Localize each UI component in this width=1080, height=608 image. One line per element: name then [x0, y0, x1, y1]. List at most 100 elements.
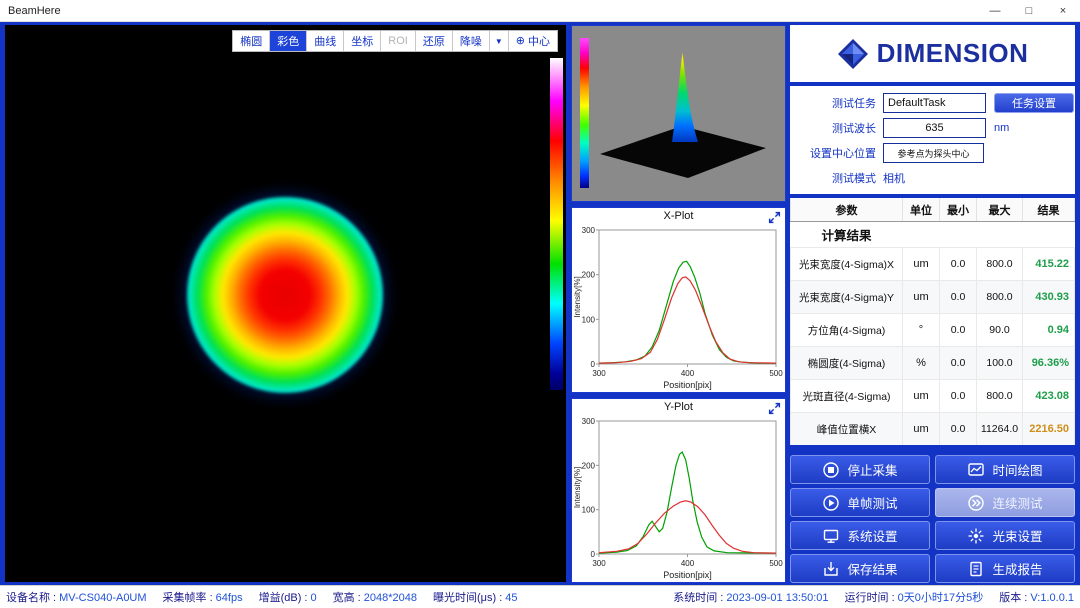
status-item: 版本 :V:1.0.0.1 [999, 589, 1074, 605]
app-title: BeamHere [0, 5, 978, 17]
logo-text: DIMENSION [877, 38, 1029, 69]
beam-image [187, 197, 383, 393]
status-item: 宽高 :2048*2048 [333, 589, 417, 605]
cell-param: 光束宽度(4-Sigma)Y [791, 281, 903, 314]
table-row[interactable]: 光斑直径(4-Sigma)um0.0800.0423.08 [791, 380, 1075, 413]
action-button-save[interactable]: 保存结果 [790, 554, 930, 583]
dimension-logo-icon [837, 38, 869, 70]
toolbar-button-label: 坐标 [351, 33, 373, 49]
svg-text:400: 400 [681, 559, 695, 568]
svg-text:300: 300 [592, 369, 606, 378]
toolbar-button-restore[interactable]: 还原 [416, 31, 452, 51]
cell-max: 100.0 [977, 347, 1023, 380]
minimize-button[interactable]: — [978, 0, 1012, 22]
cell-param: 峰值位置横X [791, 413, 903, 446]
expand-icon[interactable] [768, 402, 781, 415]
task-input[interactable] [883, 93, 986, 113]
svg-text:300: 300 [582, 417, 596, 426]
action-button-continuous[interactable]: 连续测试 [935, 488, 1075, 517]
view-3d[interactable] [571, 25, 786, 202]
cell-min: 0.0 [940, 380, 977, 413]
action-button-play[interactable]: 单帧测试 [790, 488, 930, 517]
section-row: 计算结果 [791, 222, 1075, 248]
cell-param: 光束宽度(4-Sigma)X [791, 248, 903, 281]
x-plot-title: X-Plot [572, 208, 785, 225]
y-plot-title: Y-Plot [572, 399, 785, 416]
action-button-timeplot[interactable]: 时间绘图 [935, 455, 1075, 484]
svg-text:300: 300 [592, 559, 606, 568]
table-row[interactable]: 峰值位置横Xum0.011264.02216.50 [791, 413, 1075, 446]
mode-value: 相机 [883, 170, 905, 186]
action-label: 连续测试 [992, 493, 1042, 512]
wavelength-unit: nm [994, 122, 1009, 134]
center-position-select[interactable]: 参考点为探头中心 [883, 143, 984, 163]
toolbar-button-coords[interactable]: 坐标 [344, 31, 380, 51]
action-grid: 停止采集 时间绘图单帧测试 连续测试系统设置光束设置保存结果 生成报告 [790, 455, 1075, 583]
toolbar-button-roi[interactable]: ROI [381, 31, 415, 51]
toolbar-button-label: 中心 [528, 33, 550, 49]
status-item: 系统时间 :2023-09-01 13:50:01 [673, 589, 828, 605]
play-icon [822, 494, 840, 512]
y-plot-svg: 3004005000100200300Position[pix]Intensit… [572, 416, 785, 581]
toolbar-button-label: 曲线 [314, 33, 336, 49]
svg-text:100: 100 [582, 506, 596, 515]
toolbar-button-ellipse[interactable]: 椭圆 [233, 31, 269, 51]
cell-result: 423.08 [1023, 380, 1075, 413]
action-label: 停止采集 [847, 460, 897, 479]
action-button-beam[interactable]: 光束设置 [935, 521, 1075, 550]
status-item: 增益(dB) :0 [259, 589, 317, 605]
table-row[interactable]: 方位角(4-Sigma)°0.090.00.94 [791, 314, 1075, 347]
brand-logo: DIMENSION [790, 25, 1075, 82]
cell-max: 800.0 [977, 248, 1023, 281]
beam-view[interactable]: 椭圆彩色曲线坐标 ROI 还原降噪▼⊕中心 [5, 25, 566, 582]
table-row[interactable]: 光束宽度(4-Sigma)Yum0.0800.0430.93 [791, 281, 1075, 314]
action-button-stop[interactable]: 停止采集 [790, 455, 930, 484]
cell-result: 430.93 [1023, 281, 1075, 314]
expand-icon[interactable] [768, 211, 781, 224]
surface-colorbar [580, 38, 589, 188]
wavelength-input[interactable] [883, 118, 986, 138]
svg-text:100: 100 [582, 315, 596, 324]
toolbar-button-denoise[interactable]: 降噪 [453, 31, 489, 51]
beam-toolbar: 椭圆彩色曲线坐标 ROI 还原降噪▼⊕中心 [232, 30, 558, 52]
results-table-body: 计算结果 光束宽度(4-Sigma)Xum0.0800.0415.22光束宽度(… [791, 222, 1075, 446]
wavelength-row: 测试波长 nm [790, 118, 1075, 138]
wavelength-label: 测试波长 [790, 120, 876, 136]
toolbar-button-curve[interactable]: 曲线 [307, 31, 343, 51]
y-plot-panel: Y-Plot 3004005000100200300Position[pix]I… [571, 398, 786, 583]
cell-result: 96.36% [1023, 347, 1075, 380]
table-row[interactable]: 光束宽度(4-Sigma)Xum0.0800.0415.22 [791, 248, 1075, 281]
action-label: 时间绘图 [992, 460, 1042, 479]
control-panel: DIMENSION 测试任务 任务设置 测试波长 nm 设置中心位置 参考点为探… [790, 22, 1075, 585]
status-bar: 设备名称 :MV-CS040-A0UM采集帧率 :64fps增益(dB) :0宽… [0, 585, 1080, 608]
timeplot-icon [967, 461, 985, 479]
cell-unit: % [903, 347, 940, 380]
maximize-button[interactable]: □ [1012, 0, 1046, 22]
cell-min: 0.0 [940, 347, 977, 380]
cell-unit: ° [903, 314, 940, 347]
toolbar-button-color[interactable]: 彩色 [270, 31, 306, 51]
cell-unit: um [903, 248, 940, 281]
action-button-report[interactable]: 生成报告 [935, 554, 1075, 583]
section-title: 计算结果 [791, 222, 903, 248]
svg-text:Intensity[%]: Intensity[%] [573, 276, 582, 317]
center-position-label: 设置中心位置 [790, 145, 876, 161]
toolbar-button-center[interactable]: ⊕中心 [509, 31, 557, 51]
table-row[interactable]: 椭圆度(4-Sigma)%0.0100.096.36% [791, 347, 1075, 380]
task-settings-button[interactable]: 任务设置 [994, 93, 1074, 113]
cell-unit: um [903, 281, 940, 314]
cell-param: 光斑直径(4-Sigma) [791, 380, 903, 413]
status-left: 设备名称 :MV-CS040-A0UM采集帧率 :64fps增益(dB) :0宽… [0, 589, 518, 605]
close-button[interactable]: × [1046, 0, 1080, 22]
toolbar-button-label: 彩色 [277, 33, 299, 49]
task-row: 测试任务 任务设置 [790, 93, 1075, 113]
action-label: 生成报告 [992, 559, 1042, 578]
cell-unit: um [903, 413, 940, 446]
cell-max: 90.0 [977, 314, 1023, 347]
action-button-system[interactable]: 系统设置 [790, 521, 930, 550]
toolbar-button-dropdown[interactable]: ▼ [490, 31, 508, 51]
toolbar-button-label: ROI [388, 35, 408, 47]
col-min: 最小 [940, 198, 977, 222]
svg-text:400: 400 [681, 369, 695, 378]
window-controls: — □ × [978, 0, 1080, 22]
